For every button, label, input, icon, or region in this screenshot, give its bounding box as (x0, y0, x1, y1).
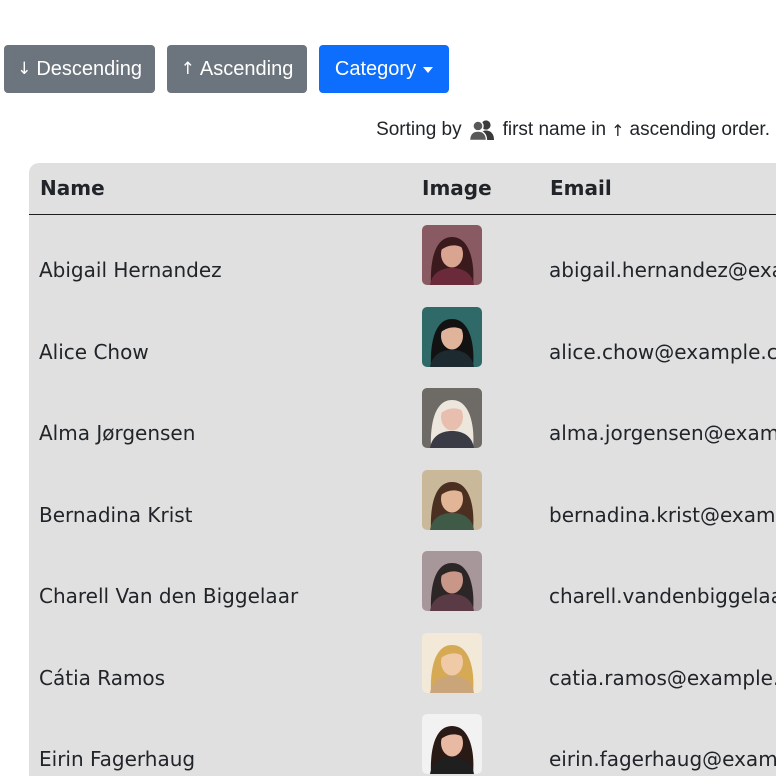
arrow-up-icon: ↑ (611, 120, 625, 140)
arrow-up-icon: ↑ (180, 59, 195, 79)
cell-name: Eirin Fagerhaug (39, 747, 196, 771)
avatar-image (422, 225, 482, 285)
avatar-image (422, 388, 482, 448)
cell-email[interactable]: eirin.fagerhaug@exam (549, 747, 776, 771)
descending-button[interactable]: ↓ Descending (4, 45, 155, 93)
column-header-name[interactable]: Name (40, 176, 105, 200)
sort-status-suffix: ascending order. (629, 119, 771, 140)
cell-email[interactable]: charell.vandenbiggelaa (549, 584, 776, 608)
avatar-image (422, 714, 482, 774)
column-header-image: Image (422, 176, 492, 200)
sort-status-field: first name in (502, 119, 607, 140)
descending-label: Descending (36, 57, 142, 80)
cell-name: Charell Van den Biggelaar (39, 584, 299, 608)
cell-name: Abigail Hernandez (39, 258, 222, 282)
avatar-image (422, 551, 482, 611)
cell-email[interactable]: catia.ramos@example. (549, 666, 776, 690)
table-row: Charell Van den Biggelaar charell.vandenb… (29, 551, 776, 632)
table-row: Alma Jørgensen alma.jorgensen@exam (29, 388, 776, 469)
table-row: Bernadina Krist bernadina.krist@exam (29, 469, 776, 551)
arrow-down-icon: ↓ (17, 59, 32, 79)
users-table: Name Image Email Abigail Hernandez abigai… (29, 163, 776, 776)
cell-email[interactable]: abigail.hernandez@exa (549, 258, 776, 282)
cell-email[interactable]: alice.chow@example.c (549, 340, 776, 364)
table-row: Eirin Fagerhaug eirin.fagerhaug@exam (29, 714, 776, 776)
cell-name: Alice Chow (39, 339, 149, 364)
cell-email[interactable]: bernadina.krist@exam (549, 503, 776, 527)
sort-status-prefix: Sorting by (376, 119, 462, 140)
category-dropdown-button[interactable]: Category (319, 45, 449, 93)
table-row: Abigail Hernandez abigail.hernandez@exa (29, 225, 776, 306)
cell-email[interactable]: alma.jorgensen@exam (549, 421, 776, 445)
ascending-button[interactable]: ↑ Ascending (167, 45, 307, 93)
caret-down-icon (423, 67, 434, 73)
users-icon (468, 119, 495, 142)
table-header: Name Image Email (29, 163, 776, 215)
cell-name: Alma Jørgensen (39, 421, 196, 445)
category-label: Category (334, 57, 417, 80)
cell-name: Cátia Ramos (39, 665, 166, 690)
avatar-image (422, 469, 482, 530)
avatar-image (422, 306, 482, 367)
table-row: Alice Chow alice.chow@example.c (29, 306, 776, 388)
avatar-image (422, 632, 482, 693)
column-header-email[interactable]: Email (550, 176, 612, 200)
cell-name: Bernadina Krist (39, 502, 193, 527)
table-row: Cátia Ramos catia.ramos@example. (29, 632, 776, 714)
sort-status-text: Sorting by first name in ↑ ascending ord… (376, 117, 770, 143)
ascending-label: Ascending (199, 57, 294, 80)
